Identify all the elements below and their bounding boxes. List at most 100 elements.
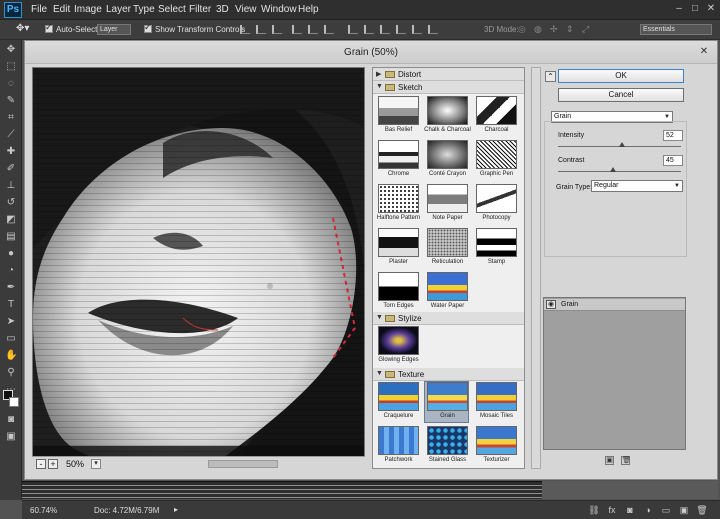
contrast-slider-thumb[interactable]	[610, 167, 617, 172]
menu-window[interactable]: Window	[261, 4, 297, 15]
clone-stamp-tool-icon[interactable]: ⊥	[5, 180, 17, 192]
filter-thumb-glowing-edges[interactable]: Glowing Edges	[376, 326, 421, 368]
zoom-tool-icon[interactable]: ⚲	[5, 367, 17, 379]
lasso-tool-icon[interactable]: ◌	[5, 78, 17, 90]
blur-tool-icon[interactable]: ●	[5, 248, 17, 260]
filter-thumb-stamp[interactable]: Stamp	[474, 228, 519, 270]
cancel-button[interactable]: Cancel	[558, 88, 684, 102]
3d-roll-icon[interactable]: ◍	[534, 24, 542, 35]
dialog-titlebar[interactable]: Grain (50%) ✕	[25, 41, 717, 64]
close-icon[interactable]: ✕	[697, 45, 711, 59]
fx-icon[interactable]: fx	[606, 504, 618, 516]
eraser-tool-icon[interactable]: ◩	[5, 214, 17, 226]
ok-button[interactable]: OK	[558, 69, 684, 83]
3d-pan-icon[interactable]: ✢	[550, 24, 558, 35]
zoom-in-button[interactable]: +	[48, 459, 58, 469]
status-zoom[interactable]: 60.74%	[30, 506, 57, 515]
filter-thumb-conte-crayon[interactable]: Conté Crayon	[425, 140, 470, 182]
shape-tool-icon[interactable]: ▭	[5, 333, 17, 345]
delete-effect-layer-icon[interactable]: 🗑	[621, 456, 631, 465]
filter-thumb-photocopy[interactable]: Photocopy	[474, 184, 519, 226]
align-middle-icon[interactable]	[256, 25, 266, 34]
workspace-dropdown[interactable]: Essentials	[640, 24, 712, 35]
category-sketch[interactable]: ▼ Sketch	[373, 81, 524, 94]
eyedropper-tool-icon[interactable]: ⟋	[5, 129, 17, 141]
type-tool-icon[interactable]: T	[5, 299, 17, 311]
close-icon[interactable]: ✕	[704, 3, 718, 15]
menu-layer[interactable]: Layer	[106, 4, 131, 15]
filter-thumb-water-paper[interactable]: Water Paper	[425, 272, 470, 314]
maximize-icon[interactable]: □	[688, 3, 702, 15]
distribute-icon[interactable]	[428, 25, 438, 34]
filter-thumb-halftone-pattern[interactable]: Halftone Pattern	[376, 184, 421, 226]
background-color-swatch[interactable]	[9, 397, 19, 407]
menu-3d[interactable]: 3D	[216, 4, 229, 15]
filter-thumb-reticulation[interactable]: Reticulation	[425, 228, 470, 270]
gradient-tool-icon[interactable]: ▤	[5, 231, 17, 243]
show-transform-checkbox[interactable]	[144, 22, 152, 33]
3d-scale-icon[interactable]: ⤢	[582, 24, 589, 35]
effect-layer-row[interactable]: ◉ Grain	[544, 299, 685, 311]
3d-rotate-icon[interactable]: ◎	[518, 24, 526, 35]
hand-tool-icon[interactable]: ✋	[5, 350, 17, 362]
group-icon[interactable]: ▭	[660, 504, 672, 516]
brush-tool-icon[interactable]: ✐	[5, 163, 17, 175]
pen-tool-icon[interactable]: ✒	[5, 282, 17, 294]
menu-help[interactable]: Help	[298, 4, 319, 15]
eye-icon[interactable]: ◉	[546, 300, 556, 309]
status-menu-arrow-icon[interactable]: ▸	[174, 505, 178, 514]
preview-canvas[interactable]	[32, 67, 365, 471]
category-texture[interactable]: ▼ Texture	[373, 368, 524, 381]
menu-image[interactable]: Image	[74, 4, 102, 15]
distribute-icon[interactable]	[348, 25, 358, 34]
align-right-icon[interactable]	[324, 25, 334, 34]
distribute-icon[interactable]	[412, 25, 422, 34]
filter-thumb-plaster[interactable]: Plaster	[376, 228, 421, 270]
menu-select[interactable]: Select	[158, 4, 186, 15]
filter-thumb-torn-edges[interactable]: Torn Edges	[376, 272, 421, 314]
path-selection-tool-icon[interactable]: ➤	[5, 316, 17, 328]
menu-type[interactable]: Type	[133, 4, 155, 15]
distribute-icon[interactable]	[396, 25, 406, 34]
minimize-icon[interactable]: –	[672, 3, 686, 15]
new-layer-icon[interactable]: ▣	[678, 504, 690, 516]
filter-thumb-grain[interactable]: Grain	[424, 381, 469, 423]
move-tool-icon[interactable]: ✥	[5, 44, 17, 56]
menu-view[interactable]: View	[235, 4, 257, 15]
3d-slide-icon[interactable]: ⇕	[566, 24, 574, 35]
adjustment-layer-icon[interactable]: ◑	[642, 504, 654, 516]
align-left-icon[interactable]	[292, 25, 302, 34]
align-bottom-icon[interactable]	[272, 25, 282, 34]
menu-file[interactable]: File	[31, 4, 47, 15]
category-distort[interactable]: ▶ Distort	[373, 68, 524, 81]
intensity-input[interactable]: 52	[663, 130, 683, 141]
screen-mode-icon[interactable]: ▣	[5, 431, 17, 443]
distribute-icon[interactable]	[380, 25, 390, 34]
contrast-input[interactable]: 45	[663, 155, 683, 166]
contrast-slider-track[interactable]	[558, 171, 681, 172]
dodge-tool-icon[interactable]: ◔	[5, 265, 17, 277]
distribute-icon[interactable]	[364, 25, 374, 34]
filter-thumb-texturizer[interactable]: Texturizer	[474, 426, 519, 468]
move-tool-icon[interactable]: ✥▾	[16, 23, 29, 34]
trash-icon[interactable]: 🗑	[696, 504, 708, 516]
auto-select-checkbox[interactable]	[45, 22, 53, 33]
category-stylize[interactable]: ▼ Stylize	[373, 312, 524, 325]
filter-thumb-chrome[interactable]: Chrome	[376, 140, 421, 182]
quick-select-tool-icon[interactable]: ✎	[5, 95, 17, 107]
intensity-slider-thumb[interactable]	[618, 142, 625, 147]
gallery-scrollbar[interactable]	[531, 67, 541, 469]
crop-tool-icon[interactable]: ⌗	[5, 112, 17, 124]
filter-thumb-patchwork[interactable]: Patchwork	[376, 426, 421, 468]
marquee-tool-icon[interactable]: ⬚	[5, 61, 17, 73]
filter-thumb-graphic-pen[interactable]: Graphic Pen	[474, 140, 519, 182]
filter-thumb-bas-relief[interactable]: Bas Relief	[376, 96, 421, 138]
filter-thumb-note-paper[interactable]: Note Paper	[425, 184, 470, 226]
filter-thumb-craquelure[interactable]: Craquelure	[376, 382, 421, 424]
align-top-icon[interactable]	[240, 25, 250, 34]
mask-icon[interactable]: ◙	[624, 504, 636, 516]
auto-select-dropdown[interactable]: Layer	[97, 24, 131, 35]
link-layers-icon[interactable]: ⛓	[588, 504, 600, 516]
healing-brush-tool-icon[interactable]: ✚	[5, 146, 17, 158]
history-brush-tool-icon[interactable]: ↺	[5, 197, 17, 209]
